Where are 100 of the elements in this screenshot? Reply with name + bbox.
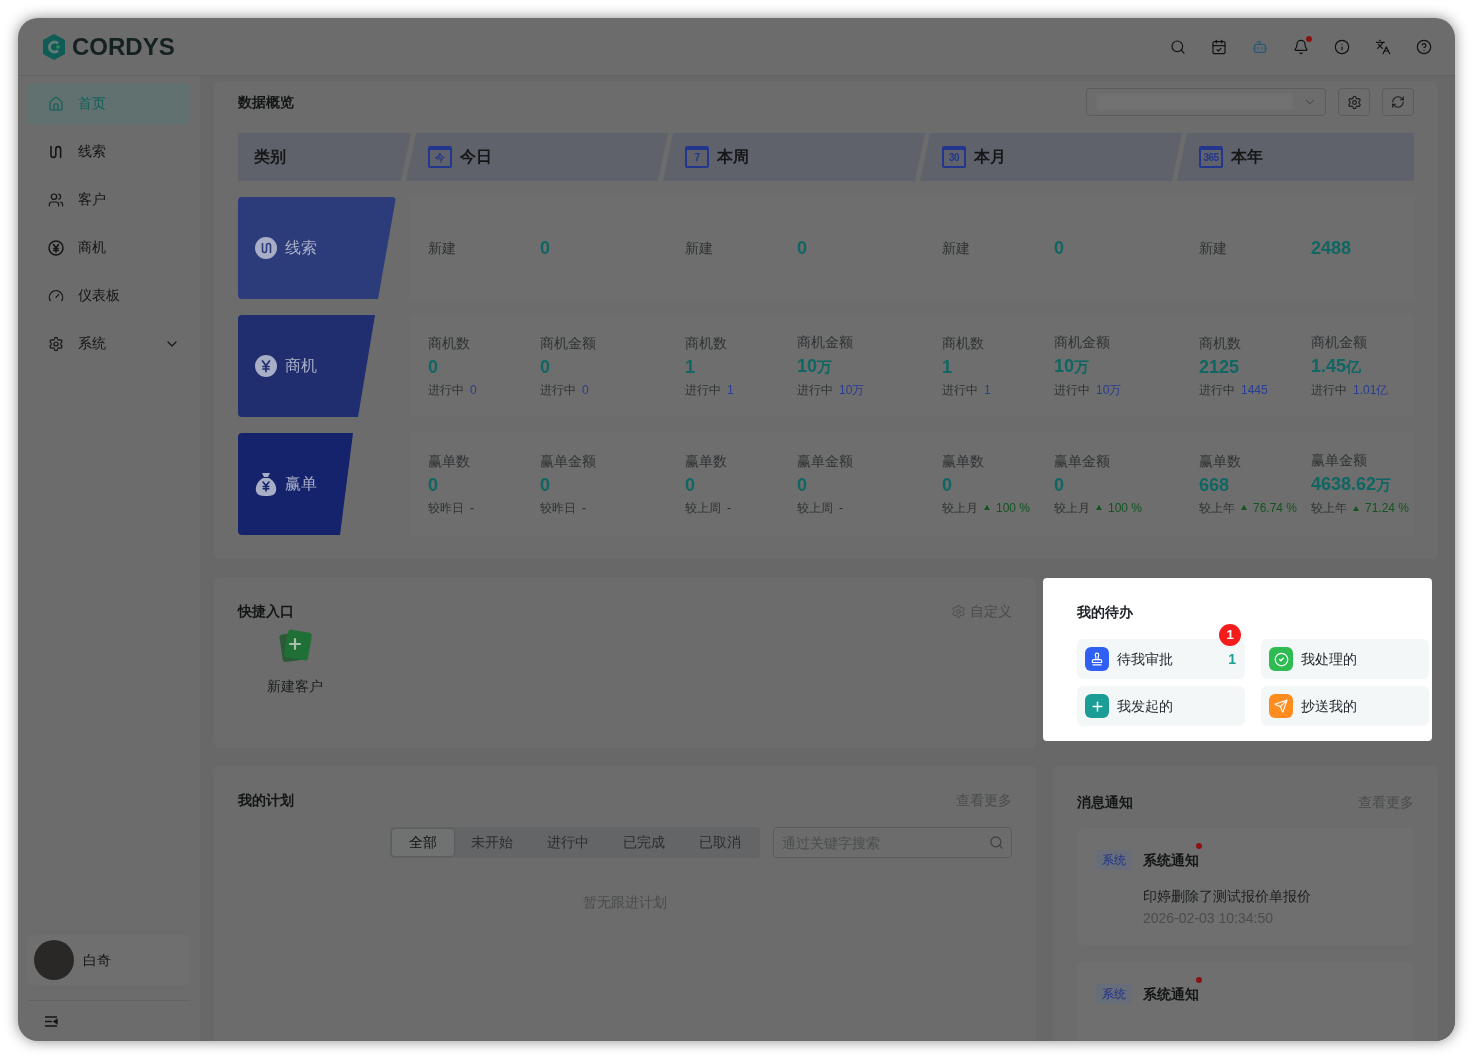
section-title: 快捷入口 [238,601,294,621]
gauge-icon [48,287,64,304]
metric-value: 0 [540,237,550,259]
yen-coin-icon [255,355,277,377]
column-header: 今日 [460,147,492,167]
metric-value: 0 [797,237,807,259]
refresh-button[interactable] [1382,88,1414,116]
sidebar-item[interactable]: 商机 [27,227,190,268]
notification-text: 印婷删除了测试报价单报价 [1143,887,1311,905]
category-label: 线索 [285,238,317,258]
category-tag: 系统 [1096,850,1132,870]
sub-value: 100 % [1108,499,1143,517]
column-header: 类别 [254,147,286,167]
metric-label: 赢单金额 [797,451,853,470]
sub-value: 1 [984,381,991,399]
sub-label: 进行中 [942,381,978,399]
todo-item[interactable]: 抄送我的 [1261,686,1429,726]
metric-label: 商机金额 [1311,333,1367,351]
notification-title: 系统通知 [1143,852,1199,868]
sub-value: - [470,499,474,517]
metric-value: 0 [1054,473,1064,496]
help-icon[interactable] [1416,38,1432,55]
section-title: 消息通知 [1077,792,1133,812]
metric-value: 10万 [1054,355,1090,378]
sub-value: 10万 [1096,382,1122,399]
sidebar-item[interactable]: 仪表板 [27,275,190,316]
sub-value: 76.74 % [1253,499,1298,517]
settings-icon [951,603,966,619]
metric-label: 新建 [428,239,456,258]
users-icon [48,191,64,208]
search-icon[interactable] [1170,38,1186,55]
bell-icon[interactable] [1293,38,1309,55]
metric-value: 668 [1199,473,1230,496]
metric-value: 4638.62万 [1311,473,1392,496]
sidebar-item[interactable]: 系统 [27,323,190,364]
notification-title: 系统通知 [1143,986,1199,1002]
todo-item[interactable]: 待我审批 1 [1077,639,1245,679]
money-bag-icon [255,472,277,496]
avatar [34,940,74,980]
category-label: 赢单 [285,474,317,494]
stamp-icon [1085,647,1109,671]
metric-label: 赢单数 [942,451,984,470]
settings-icon [48,335,64,352]
count-badge: 1 [1219,624,1241,646]
status-tab[interactable]: 进行中 [530,829,606,856]
column-header: 本月 [974,147,1006,167]
metric-label: 商机金额 [540,333,596,352]
metric-value: 0 [942,473,952,496]
sub-value: 0 [470,381,477,399]
metric-value: 2125 [1199,355,1240,378]
sub-label: 进行中 [1199,381,1235,399]
paper-plane-icon [1269,694,1293,718]
metric-label: 新建 [685,239,713,258]
collapse-sidebar-icon[interactable] [44,1015,58,1027]
settings-button[interactable] [1338,88,1370,116]
shortcut-item[interactable]: 新建客户 [255,628,335,697]
metric-label: 商机金额 [1054,333,1110,351]
category-tag: 系统 [1096,984,1132,1004]
metric-value: 1.45亿 [1311,355,1362,378]
sub-label: 进行中 [540,381,576,399]
metric-label: 赢单金额 [540,451,596,470]
metric-value: 0 [540,473,550,496]
yen-circle-icon [48,239,64,256]
metric-label: 赢单数 [1199,451,1241,470]
metric-label: 商机数 [1199,333,1241,352]
metric-label: 新建 [942,239,970,258]
calendar-check-icon[interactable] [1211,38,1227,55]
metric-label: 赢单数 [685,451,727,470]
count-text: 1 [1228,649,1236,669]
category-label: 商机 [285,356,317,376]
todo-item[interactable]: 我处理的 [1261,639,1429,679]
todo-item[interactable]: 我发起的 [1077,686,1245,726]
sub-label: 进行中 [428,381,464,399]
metric-label: 赢单金额 [1054,451,1110,470]
metric-value: 0 [1054,237,1064,259]
translate-icon[interactable] [1375,38,1391,55]
metric-value: 0 [540,355,550,378]
route-icon [48,143,64,160]
sub-label: 进行中 [1054,382,1090,399]
info-icon[interactable] [1334,38,1350,55]
metric-label: 赢单数 [428,451,470,470]
metric-label: 新建 [1199,239,1227,258]
metric-label: 商机数 [942,333,984,352]
sub-value: 1 [727,381,734,399]
sub-value: 10万 [839,382,865,399]
sidebar-item[interactable]: 线索 [27,131,190,172]
refresh-icon [1391,95,1405,109]
sub-value: - [582,499,586,517]
metric-label: 商机数 [685,333,727,352]
status-tab[interactable]: 全部 [392,829,454,856]
sub-value: 0 [582,381,589,399]
metric-value: 0 [797,473,807,496]
hexagon-logo-icon [42,33,66,60]
sub-label: 进行中 [685,381,721,399]
home-icon [48,95,64,112]
route-badge-icon [255,237,277,259]
column-header: 本年 [1231,147,1263,167]
sidebar-item[interactable]: 客户 [27,179,190,220]
calendar-date-text: 7 [694,153,700,163]
logo-text: CORDYS [72,34,175,59]
